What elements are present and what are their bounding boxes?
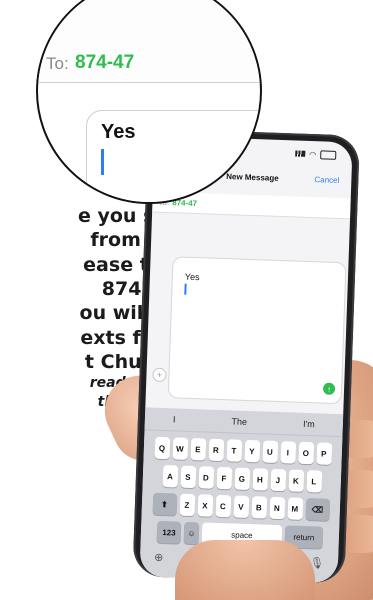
key[interactable]: R xyxy=(208,438,224,462)
key[interactable]: C xyxy=(215,494,231,518)
keyboard-row-3: ⬆ Z X C V B N M ⌫ xyxy=(142,492,341,521)
backspace-key[interactable]: ⌫ xyxy=(304,498,330,521)
key[interactable]: K xyxy=(287,469,304,492)
key[interactable]: U xyxy=(261,440,278,464)
zoom-to-label: To: xyxy=(46,54,69,73)
phone-screen: ◠ New Message Cancel To: 874-47 Yes ↑ + … xyxy=(139,135,353,584)
key[interactable]: D xyxy=(198,466,214,489)
key[interactable]: T xyxy=(225,439,242,462)
add-attachment-button[interactable]: + xyxy=(152,367,167,383)
key[interactable]: W xyxy=(172,437,188,460)
suggestion-item[interactable]: I xyxy=(173,414,176,424)
hand-fingers xyxy=(175,540,315,600)
key[interactable]: X xyxy=(197,494,213,517)
key[interactable]: A xyxy=(162,465,178,488)
zoom-text-caret xyxy=(101,149,104,175)
numbers-key[interactable]: 123 xyxy=(156,520,182,544)
zoom-to-field: To: 874-47 xyxy=(38,0,260,83)
zoom-message-box: Yes xyxy=(86,110,260,202)
key[interactable]: E xyxy=(190,437,206,461)
key[interactable]: B xyxy=(251,496,267,519)
key[interactable]: J xyxy=(269,468,286,492)
key[interactable]: H xyxy=(251,468,268,491)
zoom-recipient-number: 874-47 xyxy=(75,52,135,73)
key[interactable]: V xyxy=(233,495,249,519)
suggestion-bar: I The I'm xyxy=(144,407,344,438)
battery-icon xyxy=(320,149,337,160)
shift-key[interactable]: ⬆ xyxy=(152,492,177,516)
key[interactable]: M xyxy=(287,497,303,520)
key[interactable]: Y xyxy=(243,439,260,463)
emoji-key[interactable]: ☺ xyxy=(183,521,200,545)
key[interactable]: I xyxy=(279,441,296,464)
key[interactable]: L xyxy=(305,470,322,493)
zoom-magnifier: To: 874-47 Yes xyxy=(36,0,262,204)
key[interactable]: S xyxy=(180,465,196,489)
cancel-button[interactable]: Cancel xyxy=(314,175,339,185)
wifi-icon: ◠ xyxy=(309,149,317,159)
text-caret xyxy=(184,283,187,295)
suggestion-item[interactable]: I'm xyxy=(303,419,315,429)
key[interactable]: F xyxy=(216,466,232,490)
key[interactable]: G xyxy=(234,467,250,491)
key[interactable]: O xyxy=(297,441,314,465)
zoom-message-text: Yes xyxy=(101,121,136,143)
message-input[interactable]: Yes ↑ xyxy=(167,256,347,405)
message-text: Yes xyxy=(184,271,200,283)
key[interactable]: P xyxy=(315,442,332,465)
key[interactable]: N xyxy=(269,496,285,520)
key[interactable]: Z xyxy=(179,493,195,517)
keyboard-row-2: A S D F G H J K L xyxy=(143,464,342,493)
key[interactable]: Q xyxy=(154,436,170,460)
send-button[interactable]: ↑ xyxy=(322,382,336,395)
globe-icon[interactable]: ⊕ xyxy=(154,551,164,564)
signal-icon xyxy=(295,150,306,157)
keyboard-row-1: Q W E R T Y U I O P xyxy=(144,436,343,465)
suggestion-item[interactable]: The xyxy=(231,416,247,427)
